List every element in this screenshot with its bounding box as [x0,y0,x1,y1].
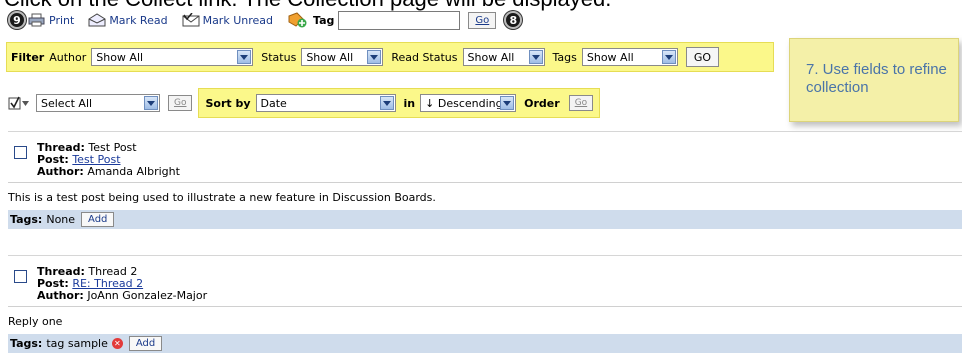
author-label: Author [49,50,87,64]
chevron-down-icon [379,96,394,110]
chevron-down-icon [367,50,382,64]
order-select[interactable]: ↓ Descending [420,94,517,112]
read-status-select-value: Show All [467,50,515,64]
tags-label: Tags: [10,337,43,350]
mark-read-button[interactable]: Mark Read [88,13,168,27]
divider [8,255,962,256]
filter-go-button[interactable]: GO [685,47,720,67]
print-button[interactable]: Print [28,13,74,27]
tag-go-button[interactable]: Go [468,11,497,29]
select-checkbox-icon [8,95,30,111]
item-checkbox[interactable] [14,270,27,283]
post-body: Reply one [8,306,962,334]
add-tag-button[interactable]: Add [128,336,163,351]
sort-row: Select All Go Sort by Date in ↓ Descendi… [8,88,601,118]
status-select[interactable]: Show All [301,48,384,66]
chevron-down-icon [500,96,515,110]
collection-item: Thread: Thread 2 Post: RE: Thread 2 Auth… [8,260,962,353]
select-all-select[interactable]: Select All [36,94,160,112]
item-meta: Thread: Test Post Post: Test Post Author… [37,142,180,178]
action-toolbar: 9 Print Mark Read Mark Unread Tag Go 8 [8,8,523,32]
post-body: This is a test post being used to illust… [8,182,962,210]
step-badge-9: 9 [8,11,26,29]
print-label: Print [49,13,75,27]
filter-label: Filter [11,50,45,64]
order-label: Order [524,96,560,110]
printer-icon [28,13,46,27]
author-label: Author: [37,165,84,178]
chevron-down-icon [237,50,252,64]
item-meta: Thread: Thread 2 Post: RE: Thread 2 Auth… [37,266,207,302]
callout-note: 7. Use fields to refine collection [789,38,959,122]
sort-by-select[interactable]: Date [255,94,396,112]
chevron-down-icon [528,50,543,64]
tags-value: None [46,213,76,226]
chevron-down-icon [661,50,676,64]
callout-text: 7. Use fields to refine collection [806,61,947,96]
chevron-down-icon [144,96,158,110]
sort-go-button[interactable]: Go [568,95,594,111]
remove-tag-icon[interactable]: ✕ [111,338,123,349]
tag-label: Tag [313,13,335,27]
tags-select[interactable]: Show All [581,48,678,66]
select-go-button[interactable]: Go [168,95,193,111]
tags-label: Tags: [10,213,43,226]
step-badge-8: 8 [504,11,523,29]
divider [8,131,962,132]
filter-bar: Filter Author Show All Status Show All R… [6,42,774,72]
author-select[interactable]: Show All [91,48,254,66]
mark-unread-label: Mark Unread [202,13,273,27]
mark-read-label: Mark Read [109,13,168,27]
author-label: Author: [37,289,84,302]
status-label: Status [261,50,297,64]
tags-label: Tags [552,50,577,64]
mark-unread-button[interactable]: Mark Unread [182,12,273,27]
tags-value: tag sample [46,337,108,350]
add-tag-button[interactable]: Add [81,212,115,227]
tag-input[interactable] [338,10,461,30]
collection-item: Thread: Test Post Post: Test Post Author… [8,136,962,229]
sort-by-label: Sort by [205,96,251,110]
add-tag-icon[interactable] [287,12,307,28]
order-value: ↓ Descending [425,96,503,110]
open-envelope-icon [88,13,106,27]
read-status-label: Read Status [391,50,458,64]
sort-by-value: Date [260,96,287,110]
author-name: JoAnn Gonzalez-Major [87,289,208,302]
item-checkbox[interactable] [14,146,27,159]
tags-select-value: Show All [586,50,634,64]
status-select-value: Show All [306,50,354,64]
sort-bar: Sort by Date in ↓ Descending Order Go [198,88,601,118]
select-all-value: Select All [41,96,93,110]
tags-bar: Tags: tag sample ✕ Add [8,334,962,353]
read-status-select[interactable]: Show All [462,48,545,66]
author-name: Amanda Albright [87,165,180,178]
tags-bar: Tags: None Add [8,210,962,229]
in-label: in [403,96,416,110]
envelope-check-icon [182,12,200,27]
author-select-value: Show All [96,50,144,64]
